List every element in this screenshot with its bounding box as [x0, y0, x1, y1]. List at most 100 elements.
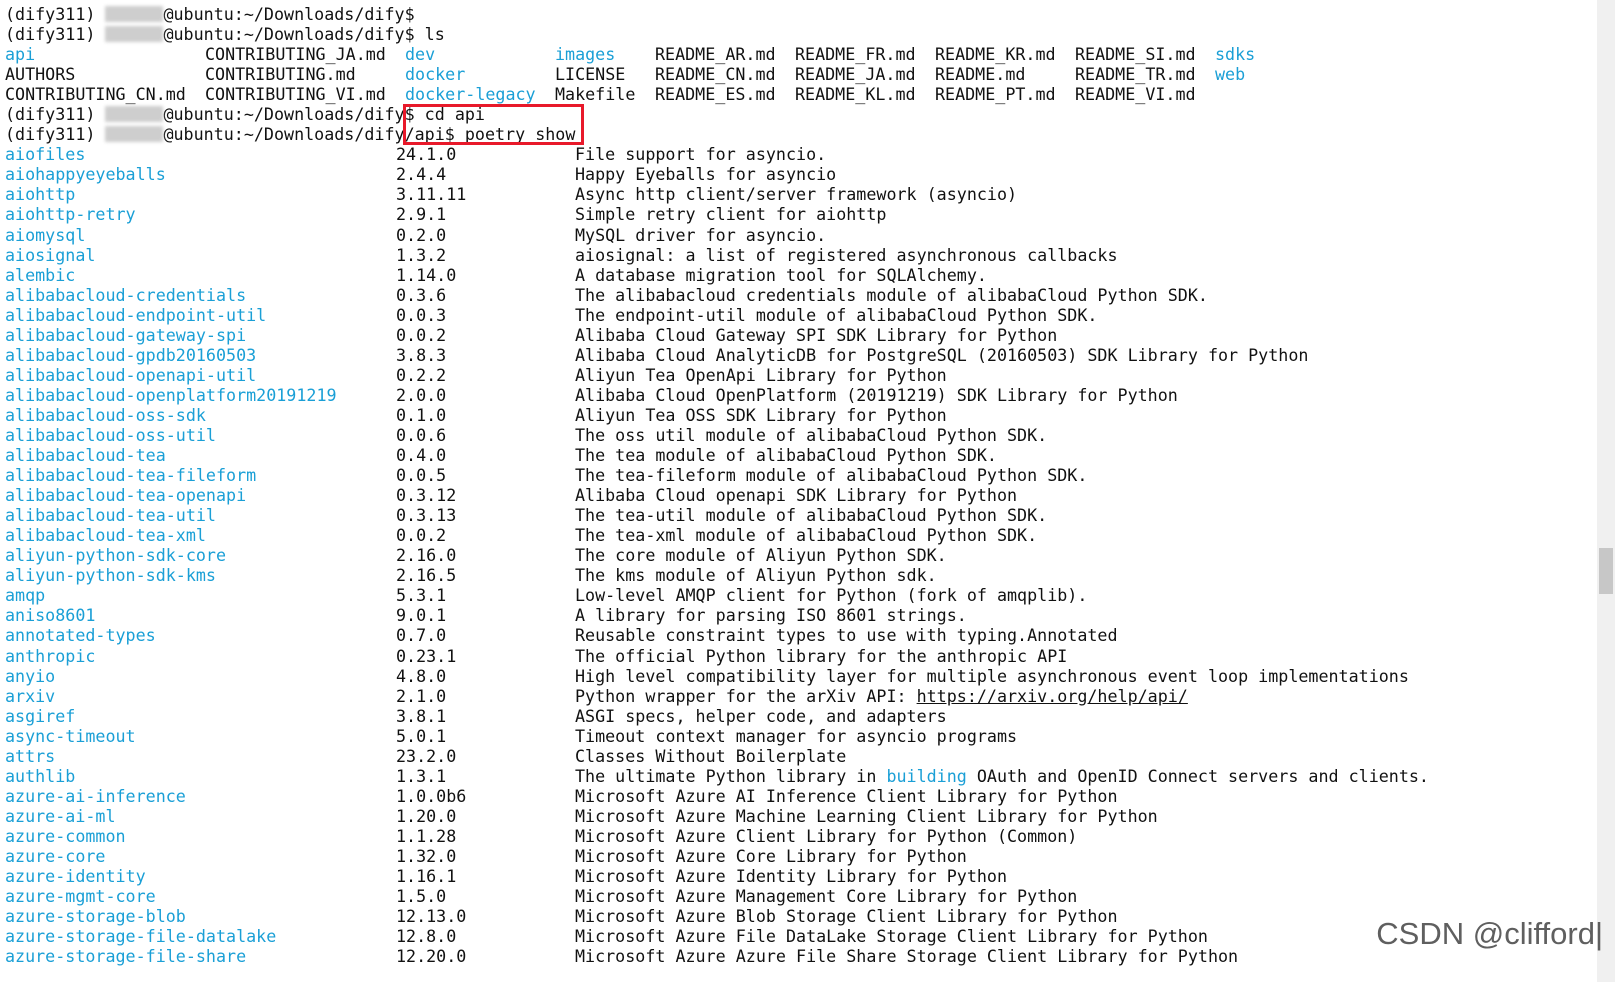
package-description-text: Reusable constraint types to use with ty…	[575, 625, 1118, 646]
ls-row: AUTHORS CONTRIBUTING.md docker LICENSE READM…	[5, 64, 1585, 84]
prompt-api-path: /api$	[404, 124, 455, 145]
package-row: aiohttp-retry 2.9.1 Simple retry client fo…	[5, 204, 1585, 224]
ls-file: CONTRIBUTING.md	[205, 64, 356, 85]
package-row: alibabacloud-endpoint-util 0.0.3 The endpo…	[5, 305, 1585, 325]
ls-row: api CONTRIBUTING_JA.md dev images README_AR.…	[5, 44, 1585, 64]
package-name: alibabacloud-endpoint-util	[5, 304, 267, 325]
package-name: async-timeout	[5, 725, 136, 746]
package-description-text: Microsoft Azure Core Library for Python	[575, 845, 967, 866]
package-description: The endpoint-util module of alibabaCloud…	[575, 305, 1097, 325]
package-name: arxiv	[5, 685, 56, 706]
ls-directory: api	[5, 44, 36, 65]
package-row: arxiv 2.1.0 Python wrapper for the arXiv A…	[5, 686, 1585, 706]
package-name: alibabacloud-oss-sdk	[5, 404, 206, 425]
package-row: authlib 1.3.1 The ultimate Python library …	[5, 766, 1585, 786]
package-row: alibabacloud-openapi-util 0.2.2 Aliyun Tea…	[5, 365, 1585, 385]
ls-file: LICENSE	[555, 64, 626, 85]
package-description-text: Timeout context manager for asyncio prog…	[575, 725, 1018, 746]
prompt-path: @ubuntu:~/Downloads/dify$	[163, 24, 415, 45]
package-description: Microsoft Azure Core Library for Python	[575, 846, 967, 866]
package-name: alibabacloud-openapi-util	[5, 364, 257, 385]
package-version: 0.3.13	[396, 505, 457, 526]
command-show: poetry show	[454, 124, 576, 145]
package-row: azure-ai-inference 1.0.0b6 Microsoft Azure…	[5, 786, 1585, 806]
package-name: alibabacloud-tea-util	[5, 505, 216, 526]
package-description: aiosignal: a list of registered asynchro…	[575, 245, 1118, 265]
package-description: Happy Eyeballs for asyncio	[575, 164, 836, 184]
command-ls: ls	[414, 24, 445, 45]
ls-file: AUTHORS	[5, 64, 76, 85]
package-name: anyio	[5, 665, 56, 686]
package-description-text: The tea-fileform module of alibabaCloud …	[575, 465, 1088, 486]
package-row: alibabacloud-tea 0.4.0 The tea module of a…	[5, 445, 1585, 465]
package-version: 1.16.1	[396, 866, 457, 887]
package-row: alibabacloud-tea-xml 0.0.2 The tea-xml mod…	[5, 525, 1585, 545]
package-row: alibabacloud-gpdb20160503 3.8.3 Alibaba Cl…	[5, 345, 1585, 365]
package-description-text: Happy Eyeballs for asyncio	[575, 164, 837, 185]
ls-directory: docker	[405, 64, 466, 85]
package-row: azure-storage-file-share 12.20.0 Microsoft…	[5, 946, 1585, 966]
package-description-text: Alibaba Cloud AnalyticDB for PostgreSQL …	[575, 344, 1309, 365]
package-description: Low-level AMQP client for Python (fork o…	[575, 585, 1087, 605]
package-description: The official Python library for the anth…	[575, 646, 1067, 666]
package-name: aliyun-python-sdk-kms	[5, 565, 216, 586]
ls-file: README_JA.md	[795, 64, 916, 85]
package-row: alibabacloud-gateway-spi 0.0.2 Alibaba Clo…	[5, 325, 1585, 345]
package-description: The alibabacloud credentials module of a…	[575, 285, 1208, 305]
package-version: 3.8.3	[396, 344, 447, 365]
ls-output: api CONTRIBUTING_JA.md dev images README_AR.…	[5, 44, 1585, 104]
package-description: Alibaba Cloud Gateway SPI SDK Library fo…	[575, 325, 1057, 345]
package-version: 0.2.2	[396, 364, 447, 385]
package-description-text: High level compatibility layer for multi…	[575, 665, 1409, 686]
package-description-text: Microsoft Azure File DataLake Storage Cl…	[575, 926, 1208, 947]
package-row: alibabacloud-tea-fileform 0.0.5 The tea-fi…	[5, 465, 1585, 485]
package-description-text: The ultimate Python library in	[575, 765, 887, 786]
package-description: Aliyun Tea OSS SDK Library for Python	[575, 405, 947, 425]
ls-directory: web	[1215, 64, 1246, 85]
package-version: 0.7.0	[396, 625, 447, 646]
terminal-output: (dify311) @ubuntu:~/Downloads/dify$ (dif…	[5, 4, 1585, 966]
package-version: 0.23.1	[396, 645, 457, 666]
package-version: 0.4.0	[396, 445, 447, 466]
package-description: Timeout context manager for asyncio prog…	[575, 726, 1017, 746]
package-description: The tea-xml module of alibabaCloud Pytho…	[575, 525, 1037, 545]
vertical-scrollbar[interactable]	[1597, 0, 1615, 982]
package-version: 0.0.3	[396, 304, 447, 325]
package-description: ASGI specs, helper code, and adapters	[575, 706, 947, 726]
package-version: 4.8.0	[396, 665, 447, 686]
package-row: alibabacloud-tea-openapi 0.3.12 Alibaba Cl…	[5, 485, 1585, 505]
package-row: alibabacloud-oss-util 0.0.6 The oss util m…	[5, 425, 1585, 445]
package-description: Microsoft Azure File DataLake Storage Cl…	[575, 926, 1208, 946]
package-description: The tea-util module of alibabaCloud Pyth…	[575, 505, 1047, 525]
package-description: Microsoft Azure AI Inference Client Libr…	[575, 786, 1118, 806]
package-description: High level compatibility layer for multi…	[575, 666, 1409, 686]
package-description-text: The oss util module of alibabaCloud Pyth…	[575, 424, 1048, 445]
package-description-text: Async http client/server framework (asyn…	[575, 184, 1018, 205]
package-description-text: The endpoint-util module of alibabaCloud…	[575, 304, 1098, 325]
package-row: annotated-types 0.7.0 Reusable constraint …	[5, 625, 1585, 645]
package-row: alibabacloud-oss-sdk 0.1.0 Aliyun Tea OSS …	[5, 405, 1585, 425]
scrollbar-thumb[interactable]	[1599, 548, 1613, 594]
prompt-path: @ubuntu:~/Downloads/dify	[163, 124, 405, 145]
redacted-username	[105, 126, 164, 143]
package-description: Microsoft Azure Azure File Share Storage…	[575, 946, 1238, 966]
package-row: azure-identity 1.16.1 Microsoft Azure Iden…	[5, 866, 1585, 886]
package-description: A library for parsing ISO 8601 strings.	[575, 605, 967, 625]
package-description-text: The official Python library for the anth…	[575, 645, 1068, 666]
prompt-line-cd: (dify311) @ubuntu:~/Downloads/dify$ cd a…	[5, 104, 1585, 124]
package-description: The ultimate Python library in building …	[575, 766, 1429, 786]
prompt-line-show: (dify311) @ubuntu:~/Downloads/dify/api$ …	[5, 124, 1585, 144]
package-name: azure-common	[5, 825, 126, 846]
package-row: aniso8601 9.0.1 A library for parsing ISO …	[5, 605, 1585, 625]
url-link[interactable]: https://arxiv.org/help/api/	[917, 686, 1188, 706]
command-cd: cd api	[414, 104, 485, 125]
package-description: Python wrapper for the arXiv API: https:…	[575, 686, 1188, 706]
ls-directory: images	[555, 44, 616, 65]
package-description-text: Microsoft Azure Machine Learning Client …	[575, 805, 1158, 826]
prompt-path: @ubuntu:~/Downloads/dify$	[163, 4, 415, 24]
ls-file: CONTRIBUTING_JA.md	[205, 44, 386, 65]
package-name: alibabacloud-credentials	[5, 284, 247, 305]
ls-file: CONTRIBUTING_VI.md	[205, 84, 386, 105]
package-description-text: MySQL driver for asyncio.	[575, 224, 827, 245]
package-version: 23.2.0	[396, 745, 457, 766]
